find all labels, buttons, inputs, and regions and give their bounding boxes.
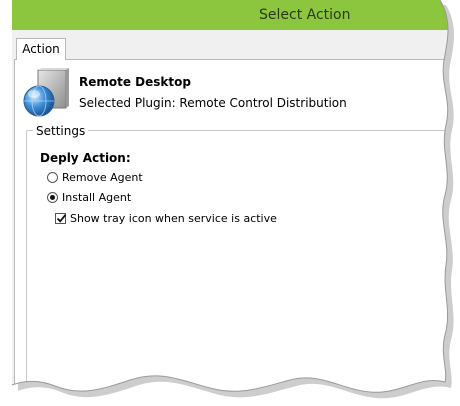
remove-agent-label: Remove Agent: [62, 171, 143, 184]
show-tray-icon-checkbox[interactable]: [55, 213, 66, 224]
select-action-window-clip: Select Action Action Remote Desktop Sele…: [0, 0, 460, 406]
window-title: Select Action: [259, 7, 351, 23]
remove-agent-radio[interactable]: [47, 172, 58, 183]
plugin-name: Remote Desktop: [79, 75, 191, 89]
remote-desktop-globe-icon: [22, 68, 70, 118]
show-tray-icon-label: Show tray icon when service is active: [70, 212, 277, 225]
install-agent-radio[interactable]: [47, 192, 58, 203]
show-tray-icon-option[interactable]: Show tray icon when service is active: [55, 212, 277, 225]
install-agent-label: Install Agent: [62, 191, 132, 204]
window-content: Select Action Action Remote Desktop Sele…: [0, 0, 460, 406]
tab-action[interactable]: Action: [16, 38, 66, 60]
settings-legend: Settings: [33, 124, 88, 138]
remove-agent-option[interactable]: Remove Agent: [47, 171, 143, 184]
title-bar[interactable]: [10, 0, 460, 30]
deploy-action-label: Deply Action:: [40, 151, 131, 165]
checkmark-icon: [55, 212, 68, 225]
selected-plugin-label: Selected Plugin: Remote Control Distribu…: [79, 96, 347, 110]
install-agent-option[interactable]: Install Agent: [47, 191, 131, 204]
